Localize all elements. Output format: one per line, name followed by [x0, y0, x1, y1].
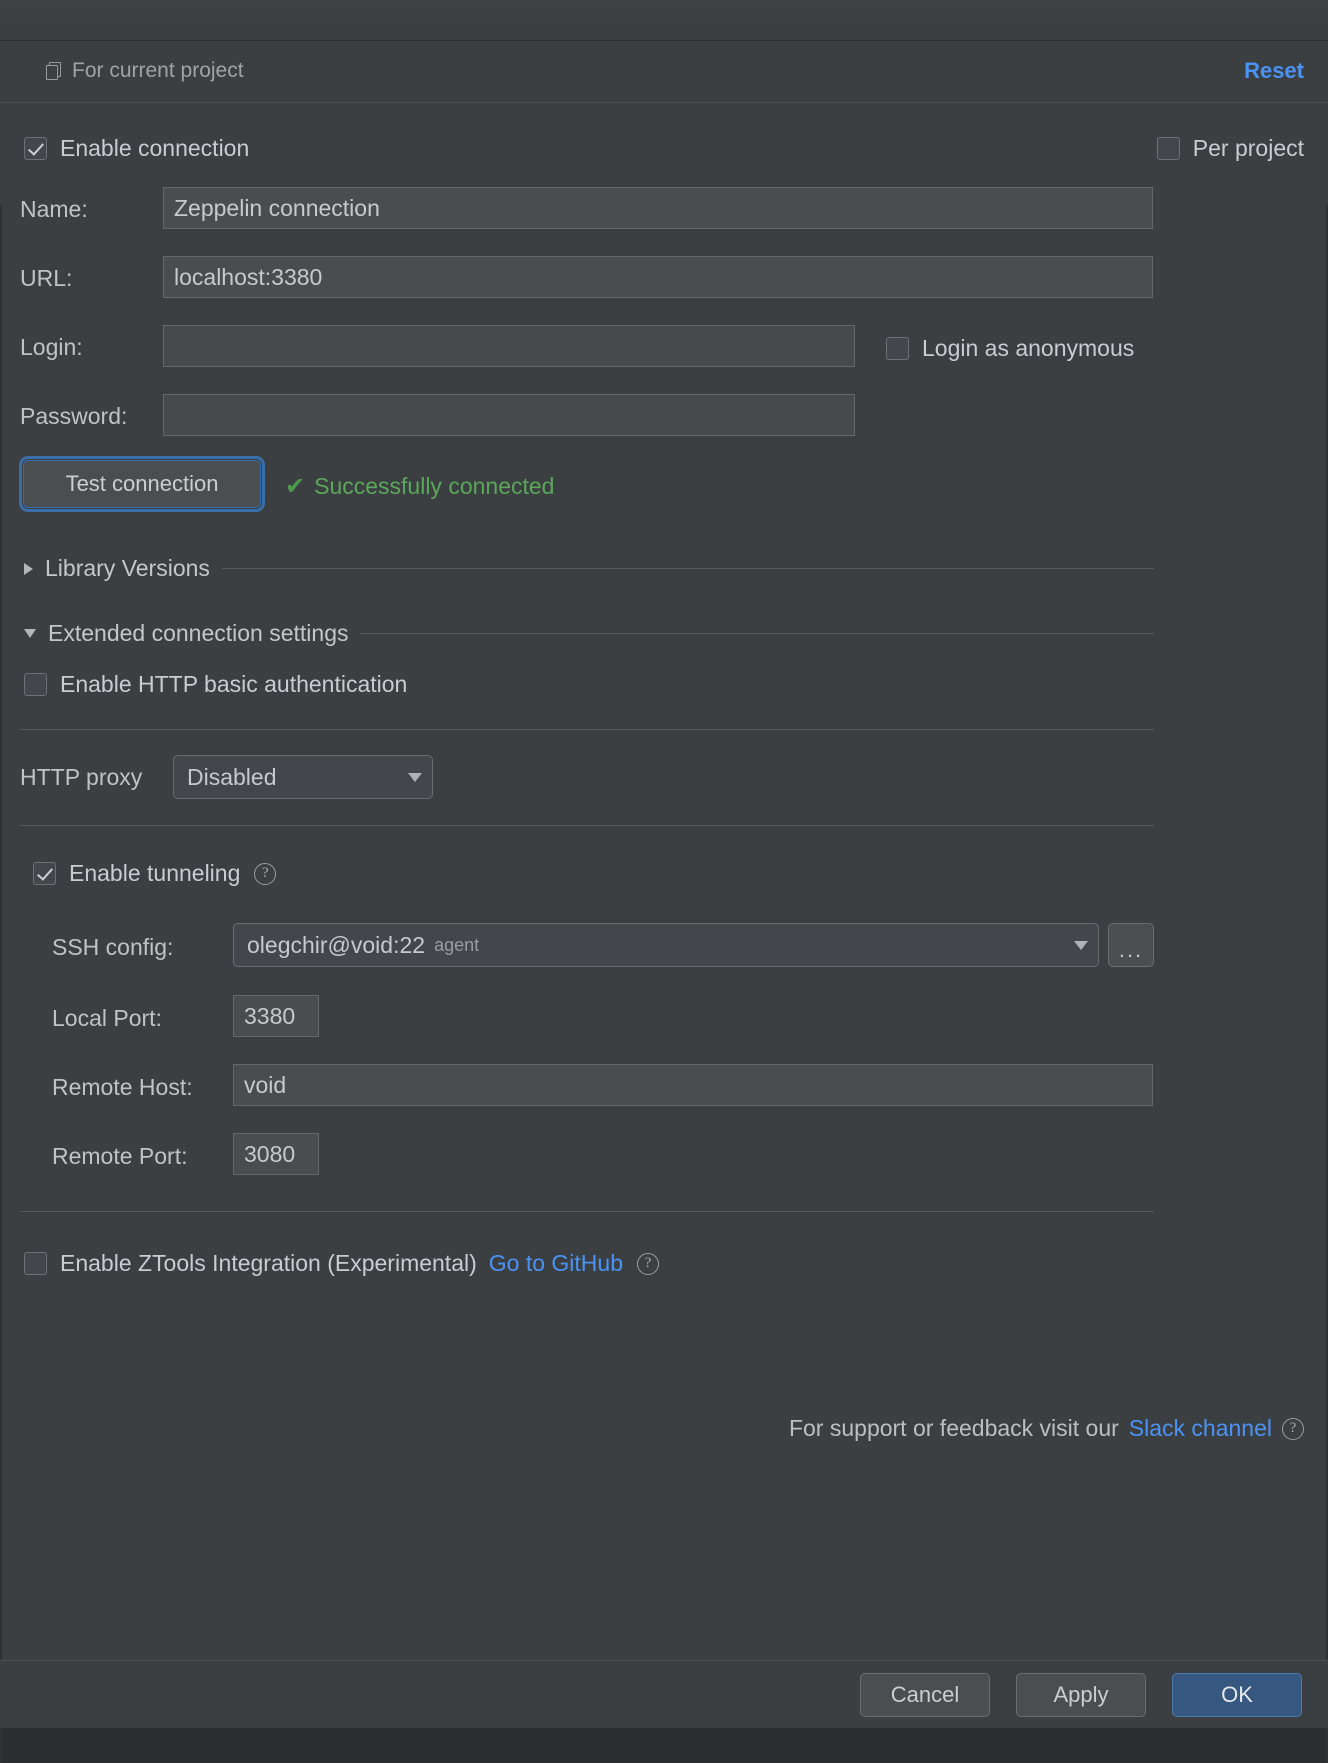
- divider-3: [20, 1211, 1154, 1212]
- section-extended-connection-label: Extended connection settings: [48, 620, 349, 646]
- section-library-versions[interactable]: Library Versions: [24, 555, 1154, 582]
- remote-host-input[interactable]: void: [233, 1064, 1153, 1106]
- per-project-label: Per project: [1192, 135, 1304, 161]
- remote-host-label: Remote Host:: [52, 1074, 193, 1101]
- project-scope-label: For current project: [72, 59, 244, 82]
- dialog-titlebar: [0, 0, 1328, 41]
- name-label-text: Name:: [20, 196, 88, 222]
- http-proxy-label: HTTP proxy: [20, 764, 142, 791]
- url-label-text: URL:: [20, 265, 73, 291]
- local-port-label: Local Port:: [52, 1005, 162, 1032]
- login-label-text: Login:: [20, 334, 83, 360]
- url-input[interactable]: localhost:3380: [163, 256, 1153, 298]
- support-line: For support or feedback visit our Slack …: [789, 1415, 1304, 1442]
- ssh-config-value: olegchir@void:22: [247, 931, 426, 958]
- settings-dialog: For current project Reset Enable connect…: [0, 0, 1328, 1763]
- login-anonymous-label: Login as anonymous: [922, 335, 1135, 361]
- remote-port-label: Remote Port:: [52, 1143, 188, 1170]
- enable-tunneling-label: Enable tunneling: [69, 860, 241, 886]
- login-anonymous-checkbox[interactable]: [886, 337, 909, 360]
- section-divider-line: [221, 568, 1154, 569]
- http-proxy-select[interactable]: Disabled: [173, 755, 433, 799]
- slack-channel-link[interactable]: Slack channel: [1129, 1415, 1272, 1442]
- chevron-right-icon: [24, 562, 33, 575]
- chevron-down-icon: [24, 629, 36, 638]
- per-project-checkbox[interactable]: [1156, 137, 1180, 160]
- enable-tunneling-checkbox[interactable]: [33, 862, 56, 885]
- reset-link[interactable]: Reset: [1244, 58, 1304, 84]
- check-icon: ✔: [285, 472, 306, 500]
- ssh-config-select[interactable]: olegchir@void:22 agent: [233, 923, 1099, 967]
- copy-project-icon: [46, 62, 63, 80]
- ssh-config-browse-button[interactable]: ...: [1108, 923, 1154, 967]
- remote-port-label-text: Remote Port:: [52, 1143, 188, 1169]
- ssh-config-label: SSH config:: [52, 934, 173, 961]
- help-icon[interactable]: ?: [254, 862, 277, 885]
- connection-status: ✔ Successfully connected: [285, 473, 554, 500]
- panel-left-edge: [0, 205, 2, 1763]
- password-input[interactable]: [163, 394, 855, 436]
- remote-port-input[interactable]: 3080: [233, 1133, 319, 1175]
- enable-connection-label: Enable connection: [60, 135, 250, 161]
- help-icon[interactable]: ?: [637, 1252, 659, 1275]
- login-input[interactable]: [163, 325, 855, 367]
- chevron-down-icon: [1074, 940, 1088, 950]
- password-label-text: Password:: [20, 403, 128, 429]
- apply-button[interactable]: Apply: [1016, 1672, 1146, 1717]
- ztools-label: Enable ZTools Integration (Experimental): [60, 1250, 477, 1276]
- ok-button[interactable]: OK: [1172, 1672, 1302, 1717]
- ssh-config-label-text: SSH config:: [52, 934, 174, 960]
- cancel-button[interactable]: Cancel: [860, 1672, 990, 1717]
- titlebar-surface: [0, 0, 1328, 38]
- name-label: Name:: [20, 196, 88, 223]
- login-label: Login:: [20, 334, 83, 361]
- ssh-config-suffix: agent: [434, 934, 480, 955]
- remote-host-label-text: Remote Host:: [52, 1074, 193, 1100]
- http-proxy-value: Disabled: [187, 763, 277, 790]
- project-scope[interactable]: For current project: [46, 59, 244, 83]
- divider-1: [20, 729, 1154, 730]
- support-text: For support or feedback visit our: [788, 1415, 1119, 1441]
- section-divider-line: [360, 633, 1154, 634]
- go-to-github-link[interactable]: Go to GitHub: [489, 1250, 623, 1277]
- chevron-down-icon: [408, 772, 422, 782]
- http-basic-auth-label: Enable HTTP basic authentication: [60, 671, 408, 697]
- section-library-versions-label: Library Versions: [45, 555, 210, 581]
- dialog-header: For current project Reset: [0, 40, 1328, 102]
- http-proxy-label-text: HTTP proxy: [20, 764, 143, 790]
- section-extended-connection[interactable]: Extended connection settings: [24, 620, 1154, 647]
- ztools-checkbox[interactable]: [24, 1252, 47, 1275]
- enable-tunneling-row[interactable]: Enable tunneling ?: [33, 860, 277, 887]
- help-icon[interactable]: ?: [1282, 1417, 1304, 1440]
- name-input[interactable]: Zeppelin connection: [163, 187, 1153, 229]
- enable-connection-row[interactable]: Enable connection: [24, 135, 249, 162]
- per-project-row[interactable]: Per project: [1156, 135, 1304, 162]
- http-basic-auth-row[interactable]: Enable HTTP basic authentication: [24, 671, 407, 698]
- connection-status-text: Successfully connected: [314, 473, 555, 499]
- login-anonymous-row[interactable]: Login as anonymous: [886, 335, 1134, 362]
- local-port-label-text: Local Port:: [52, 1005, 162, 1031]
- password-label: Password:: [20, 403, 127, 430]
- dialog-button-bar: Cancel Apply OK: [0, 1660, 1328, 1728]
- local-port-input[interactable]: 3380: [233, 995, 319, 1037]
- url-label: URL:: [20, 265, 72, 292]
- http-basic-auth-checkbox[interactable]: [24, 673, 47, 696]
- divider-2: [20, 825, 1154, 826]
- test-connection-button[interactable]: Test connection: [19, 456, 265, 512]
- ztools-row[interactable]: Enable ZTools Integration (Experimental)…: [24, 1250, 659, 1277]
- enable-connection-checkbox[interactable]: [24, 137, 47, 160]
